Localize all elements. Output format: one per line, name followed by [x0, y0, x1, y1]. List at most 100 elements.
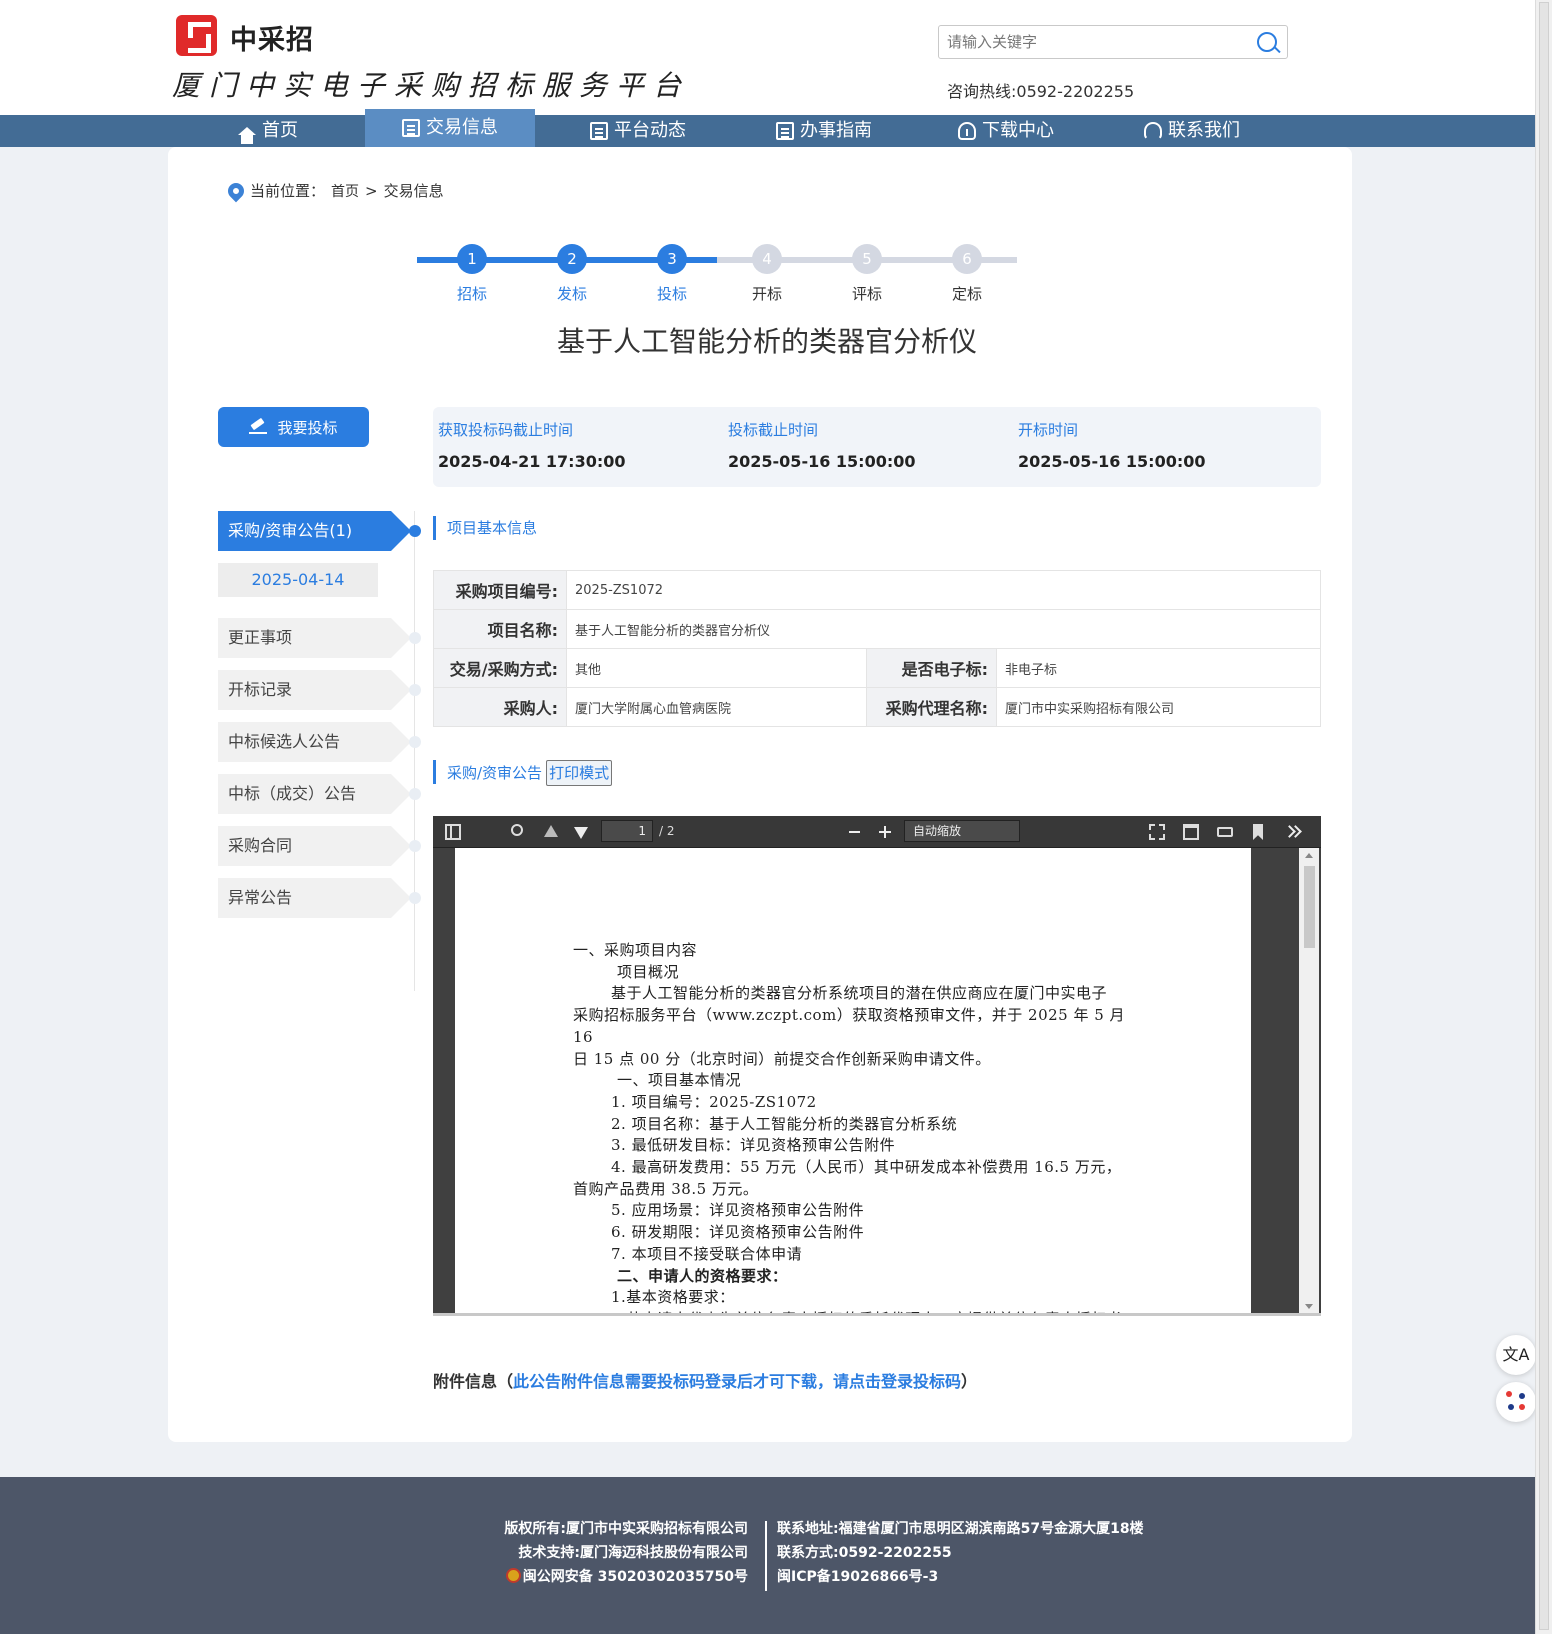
hotline: 咨询热线:0592-2202255	[947, 82, 1135, 101]
timeline-dot	[409, 892, 421, 904]
section-title-basic-info: 项目基本信息	[433, 516, 537, 540]
pdf-viewer: 1 / 2 自动缩放 一、采购项目内容 项目概况 基于人工智能分析的类器官分析系统项…	[433, 816, 1321, 1316]
pdf-page: 一、采购项目内容 项目概况 基于人工智能分析的类器官分析系统项目的潜在供应商应在厦门…	[455, 848, 1251, 1313]
page: 中采招 厦门中实电子采购招标服务平台 咨询热线:0592-2202255 首页 …	[0, 0, 1536, 1634]
attachment-login-link[interactable]: 此公告附件信息需要投标码登录后才可下载，请点击登录投标码	[513, 1372, 961, 1391]
attachment-end: ）	[961, 1372, 978, 1391]
breadcrumb-prefix: 当前位置：	[250, 182, 326, 200]
pdf-line: 5. 应用场景：详见资格预审公告附件	[611, 1201, 865, 1220]
nav-item-label: 首页	[262, 120, 298, 141]
ai-assistant-button[interactable]	[1496, 1382, 1536, 1422]
nav-item-label: 下载中心	[982, 120, 1054, 141]
breadcrumb-home[interactable]: 首页	[331, 181, 359, 201]
bookmark-icon[interactable]	[1253, 824, 1263, 840]
ai-icon-dot	[1519, 1404, 1525, 1410]
step-dot: 3	[657, 244, 687, 274]
timeline-dot	[409, 632, 421, 644]
print-mode-button[interactable]: 打印模式	[546, 760, 613, 786]
sidebar-toggle-icon[interactable]	[445, 824, 461, 840]
search-icon[interactable]	[1257, 32, 1277, 52]
guide-icon	[776, 122, 794, 140]
bid-button[interactable]: 我要投标	[218, 407, 369, 447]
zoom-in-icon[interactable]	[877, 824, 893, 840]
tab-correction[interactable]: 更正事项	[218, 618, 411, 658]
nav-item-guide[interactable]: 办事指南	[776, 115, 872, 147]
footer-tech-support: 技术支持:厦门海迈科技股份有限公司	[518, 1545, 748, 1561]
nav-item-news[interactable]: 平台动态	[590, 115, 686, 147]
print-icon[interactable]	[1217, 827, 1233, 837]
time-value: 2025-05-16 15:00:00	[1018, 452, 1206, 471]
step-dot: 5	[852, 244, 882, 274]
ai-assistant-icon	[1506, 1391, 1526, 1411]
page-scroll-thumb[interactable]	[1539, 2, 1549, 1630]
page-total: / 2	[659, 824, 675, 838]
project-title: 基于人工智能分析的类器官分析仪	[556, 325, 977, 358]
nav-item-trade-info[interactable]: 交易信息	[365, 109, 535, 147]
info-key: 采购代理名称:	[866, 687, 997, 727]
tab-contract[interactable]: 采购合同	[218, 826, 411, 866]
tab-date[interactable]: 2025-04-14	[218, 563, 378, 597]
location-pin-icon	[224, 179, 248, 202]
footer-icp[interactable]: 闽ICP备19026866号-3	[777, 1565, 1144, 1589]
find-icon[interactable]	[511, 824, 523, 836]
page-scrollbar[interactable]	[1535, 0, 1552, 1634]
info-key: 交易/采购方式:	[433, 648, 567, 688]
footer-police-record[interactable]: 闽公网安备 35020302035750号	[504, 1565, 748, 1589]
step-label: 定标	[951, 285, 982, 303]
footer-police-text: 闽公网安备 35020302035750号	[522, 1569, 748, 1585]
search-box	[938, 25, 1288, 59]
timeline-dot	[409, 525, 421, 537]
fullscreen-icon[interactable]	[1149, 824, 1165, 840]
scroll-thumb[interactable]	[1304, 866, 1315, 948]
pdf-line: 日 15 点 00 分（北京时间）前提交合作创新采购申请文件。	[573, 1049, 991, 1068]
main-nav: 首页 交易信息 平台动态 办事指南 下载中心 联系我们	[0, 109, 1535, 147]
pdf-line: 一、采购项目内容	[573, 941, 698, 959]
info-key: 项目名称:	[433, 609, 567, 649]
breadcrumb-current: 交易信息	[383, 182, 444, 200]
section-title-label: 采购/资审公告	[447, 764, 543, 782]
breadcrumb: 当前位置： 首页 > 交易信息	[224, 179, 450, 202]
footer-address: 联系地址:福建省厦门市思明区湖滨南路57号金源大厦18楼	[777, 1521, 1144, 1537]
step-label: 开标	[751, 285, 782, 303]
translate-button[interactable]: 文A	[1496, 1335, 1536, 1375]
news-icon	[590, 122, 608, 140]
search-input[interactable]	[947, 31, 1247, 53]
time-label: 获取投标码截止时间	[438, 421, 574, 439]
tab-award-notice[interactable]: 中标（成交）公告	[218, 774, 411, 814]
info-key: 采购项目编号:	[433, 570, 567, 610]
pdf-line: 7. 本项目不接受联合体申请	[611, 1244, 803, 1263]
scroll-up-icon[interactable]	[1305, 853, 1313, 858]
nav-item-download[interactable]: 下载中心	[958, 115, 1054, 147]
info-key: 是否电子标:	[866, 648, 997, 688]
previous-page-icon[interactable]	[544, 825, 558, 837]
footer-right: 联系地址:福建省厦门市思明区湖滨南路57号金源大厦18楼 联系方式:0592-2…	[777, 1517, 1144, 1589]
more-tools-icon[interactable]	[1285, 824, 1301, 840]
pdf-scrollbar[interactable]	[1299, 848, 1319, 1313]
tab-procurement-notice[interactable]: 采购/资审公告(1)	[218, 511, 411, 551]
zoom-select[interactable]: 自动缩放	[904, 820, 1020, 842]
nav-item-contact[interactable]: 联系我们	[1144, 115, 1240, 147]
step-label: 招标	[456, 285, 487, 303]
step-dot: 4	[752, 244, 782, 274]
next-page-icon[interactable]	[574, 827, 588, 839]
info-value: 厦门大学附属心血管病医院	[566, 687, 867, 727]
info-value: 厦门市中实采购招标有限公司	[996, 687, 1321, 727]
nav-item-label: 办事指南	[800, 120, 872, 141]
ai-icon-dot	[1519, 1393, 1525, 1399]
pdf-line: 3. 最低研发目标：详见资格预审公告附件	[611, 1136, 896, 1155]
zoom-out-icon[interactable]	[847, 824, 863, 840]
info-key: 采购人:	[433, 687, 567, 727]
open-file-icon[interactable]	[1183, 824, 1199, 840]
pdf-line: 二、申请人的资格要求：	[617, 1266, 788, 1285]
tab-opening-record[interactable]: 开标记录	[218, 670, 411, 710]
page-number-input[interactable]: 1	[601, 820, 653, 842]
timeline-dot	[409, 736, 421, 748]
tab-candidate-notice[interactable]: 中标候选人公告	[218, 722, 411, 762]
scroll-down-icon[interactable]	[1305, 1304, 1313, 1309]
police-badge-icon	[505, 1568, 521, 1583]
time-value: 2025-04-21 17:30:00	[438, 452, 626, 471]
nav-item-home[interactable]: 首页	[238, 115, 298, 147]
tab-exception-notice[interactable]: 异常公告	[218, 878, 411, 918]
footer-copyright: 版权所有:厦门市中实采购招标有限公司	[504, 1521, 748, 1537]
time-label: 投标截止时间	[728, 421, 819, 439]
